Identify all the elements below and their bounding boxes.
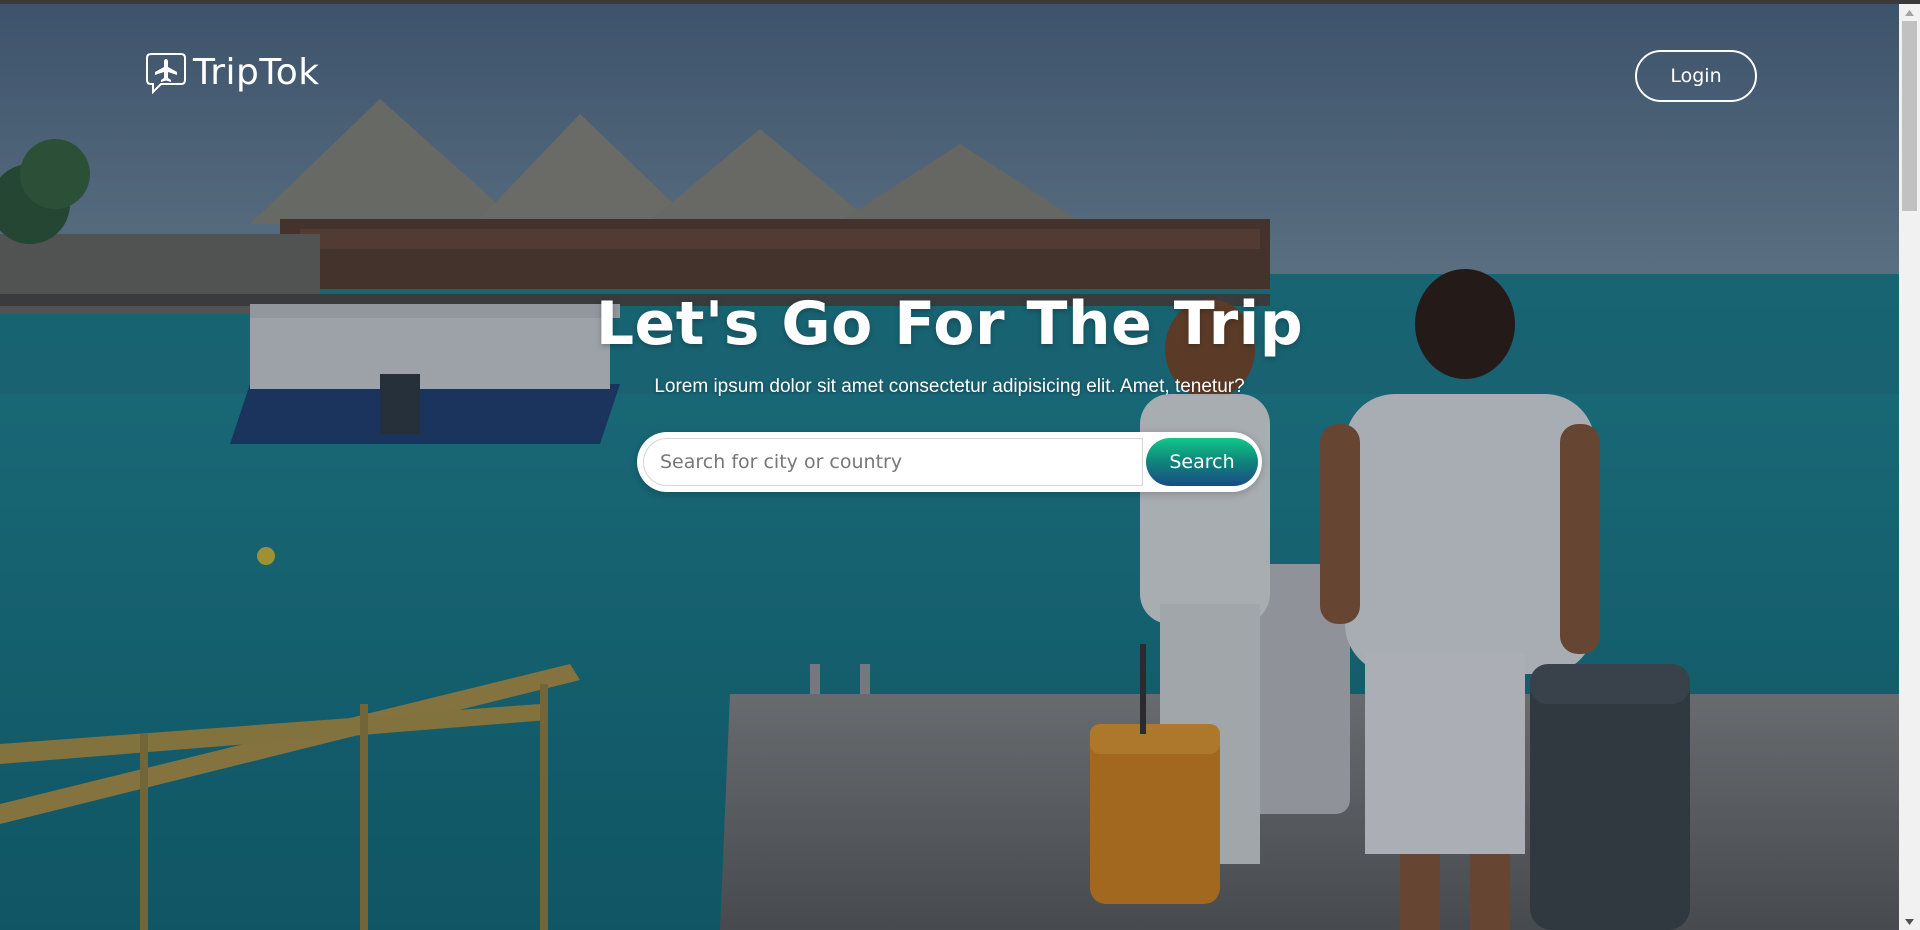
search-button[interactable]: Search (1146, 438, 1258, 486)
page-scrollbar[interactable] (1899, 4, 1920, 930)
scroll-thumb[interactable] (1902, 21, 1917, 211)
hero-title: Let's Go For The Trip (595, 289, 1304, 359)
brand-logo[interactable]: TripTok (145, 50, 320, 94)
plane-chat-icon (146, 53, 186, 94)
search-bar: Search (637, 432, 1262, 492)
brand-name: TripTok (193, 51, 320, 93)
triangle-down-icon (1905, 918, 1914, 925)
triangle-up-icon (1905, 9, 1914, 16)
login-button[interactable]: Login (1635, 50, 1757, 102)
page-viewport: TripTok Login Let's Go For The Trip Lore… (0, 4, 1899, 930)
hero-section: Let's Go For The Trip Lorem ipsum dolor … (0, 284, 1899, 398)
scroll-up-button[interactable] (1899, 4, 1920, 21)
top-navbar: TripTok Login (0, 4, 1899, 124)
scroll-down-button[interactable] (1899, 913, 1920, 930)
hero-subtitle: Lorem ipsum dolor sit amet consectetur a… (654, 376, 1245, 397)
search-input[interactable] (643, 438, 1143, 486)
